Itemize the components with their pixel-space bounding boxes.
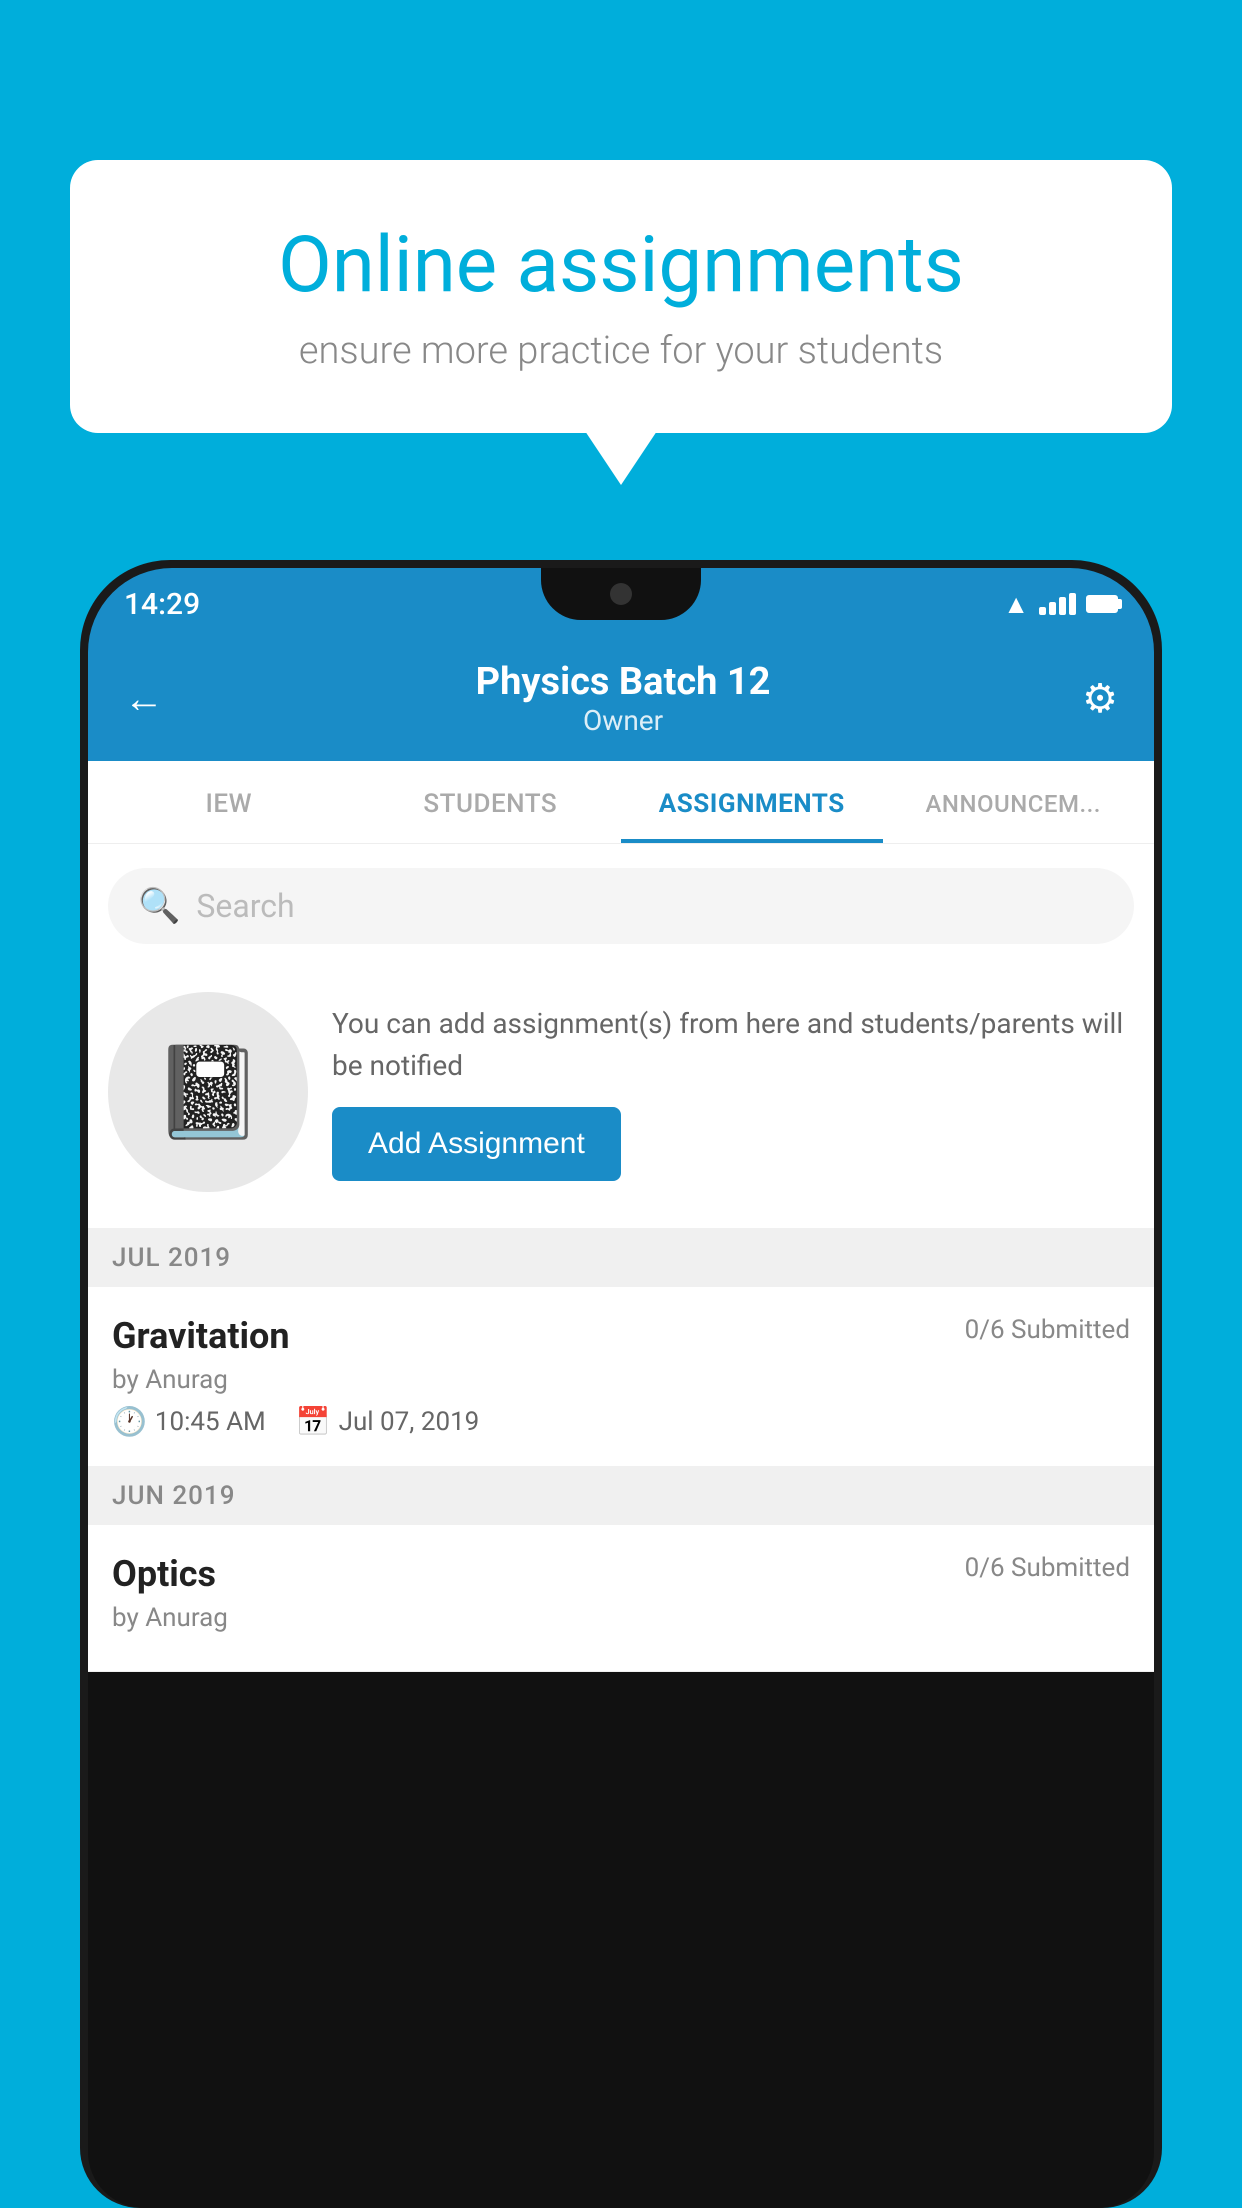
clock-icon: 🕐 xyxy=(112,1405,147,1438)
calendar-icon: 📅 xyxy=(296,1405,331,1438)
speech-bubble: Online assignments ensure more practice … xyxy=(70,160,1172,433)
tab-students[interactable]: STUDENTS xyxy=(360,761,622,843)
assignment-author-optics: by Anurag xyxy=(112,1603,1130,1633)
assignment-gravitation[interactable]: Gravitation 0/6 Submitted by Anurag 🕐 10… xyxy=(88,1287,1154,1467)
camera xyxy=(610,583,632,605)
month-separator-jun: JUN 2019 xyxy=(88,1467,1154,1525)
month-separator-jul: JUL 2019 xyxy=(88,1229,1154,1287)
bubble-title: Online assignments xyxy=(140,220,1102,311)
header-subtitle: Owner xyxy=(476,704,771,737)
app-header: ← Physics Batch 12 Owner ⚙ xyxy=(88,640,1154,761)
assignment-meta: 🕐 10:45 AM 📅 Jul 07, 2019 xyxy=(112,1405,1130,1438)
info-text-area: You can add assignment(s) from here and … xyxy=(332,1003,1134,1181)
bubble-subtitle: ensure more practice for your students xyxy=(140,329,1102,373)
tab-assignments[interactable]: ASSIGNMENTS xyxy=(621,761,883,843)
assignment-icon-circle: 📓 xyxy=(108,992,308,1192)
assignment-time: 10:45 AM xyxy=(155,1407,266,1437)
assignment-name: Gravitation xyxy=(112,1315,290,1357)
notch xyxy=(541,568,701,620)
status-bar: 14:29 ▲ xyxy=(88,568,1154,640)
info-card: 📓 You can add assignment(s) from here an… xyxy=(88,968,1154,1229)
meta-date: 📅 Jul 07, 2019 xyxy=(296,1405,480,1438)
back-button[interactable]: ← xyxy=(124,675,164,722)
meta-time: 🕐 10:45 AM xyxy=(112,1405,266,1438)
settings-icon[interactable]: ⚙ xyxy=(1082,675,1118,722)
search-bar[interactable]: 🔍 Search xyxy=(108,868,1134,944)
add-assignment-button[interactable]: Add Assignment xyxy=(332,1107,621,1181)
assignment-submitted-optics: 0/6 Submitted xyxy=(965,1553,1130,1583)
phone-frame: 14:29 ▲ ← Physics Batch 12 Owner xyxy=(80,560,1162,2208)
tab-announcements[interactable]: ANNOUNCEM... xyxy=(883,761,1145,843)
info-description: You can add assignment(s) from here and … xyxy=(332,1003,1134,1087)
battery-icon xyxy=(1086,595,1118,613)
tab-iew[interactable]: IEW xyxy=(98,761,360,843)
search-placeholder: Search xyxy=(196,887,294,925)
assignment-header: Gravitation 0/6 Submitted xyxy=(112,1315,1130,1357)
notebook-icon: 📓 xyxy=(152,1040,264,1145)
phone-inner: 14:29 ▲ ← Physics Batch 12 Owner xyxy=(88,568,1154,2208)
wifi-icon: ▲ xyxy=(1003,589,1029,620)
signal-icon xyxy=(1039,593,1076,615)
assignment-submitted: 0/6 Submitted xyxy=(965,1315,1130,1345)
search-icon: 🔍 xyxy=(138,886,180,926)
assignment-name-optics: Optics xyxy=(112,1553,216,1595)
status-time: 14:29 xyxy=(124,587,200,622)
assignment-date: Jul 07, 2019 xyxy=(339,1407,480,1437)
tabs-bar: IEW STUDENTS ASSIGNMENTS ANNOUNCEM... xyxy=(88,761,1154,844)
header-title: Physics Batch 12 xyxy=(476,660,771,704)
header-center: Physics Batch 12 Owner xyxy=(476,660,771,737)
speech-bubble-section: Online assignments ensure more practice … xyxy=(70,160,1172,433)
assignment-optics[interactable]: Optics 0/6 Submitted by Anurag xyxy=(88,1525,1154,1672)
assignment-author: by Anurag xyxy=(112,1365,1130,1395)
screen-content: 🔍 Search 📓 You can add assignment(s) fro… xyxy=(88,844,1154,1672)
assignment-header-optics: Optics 0/6 Submitted xyxy=(112,1553,1130,1595)
status-icons: ▲ xyxy=(1003,589,1118,620)
